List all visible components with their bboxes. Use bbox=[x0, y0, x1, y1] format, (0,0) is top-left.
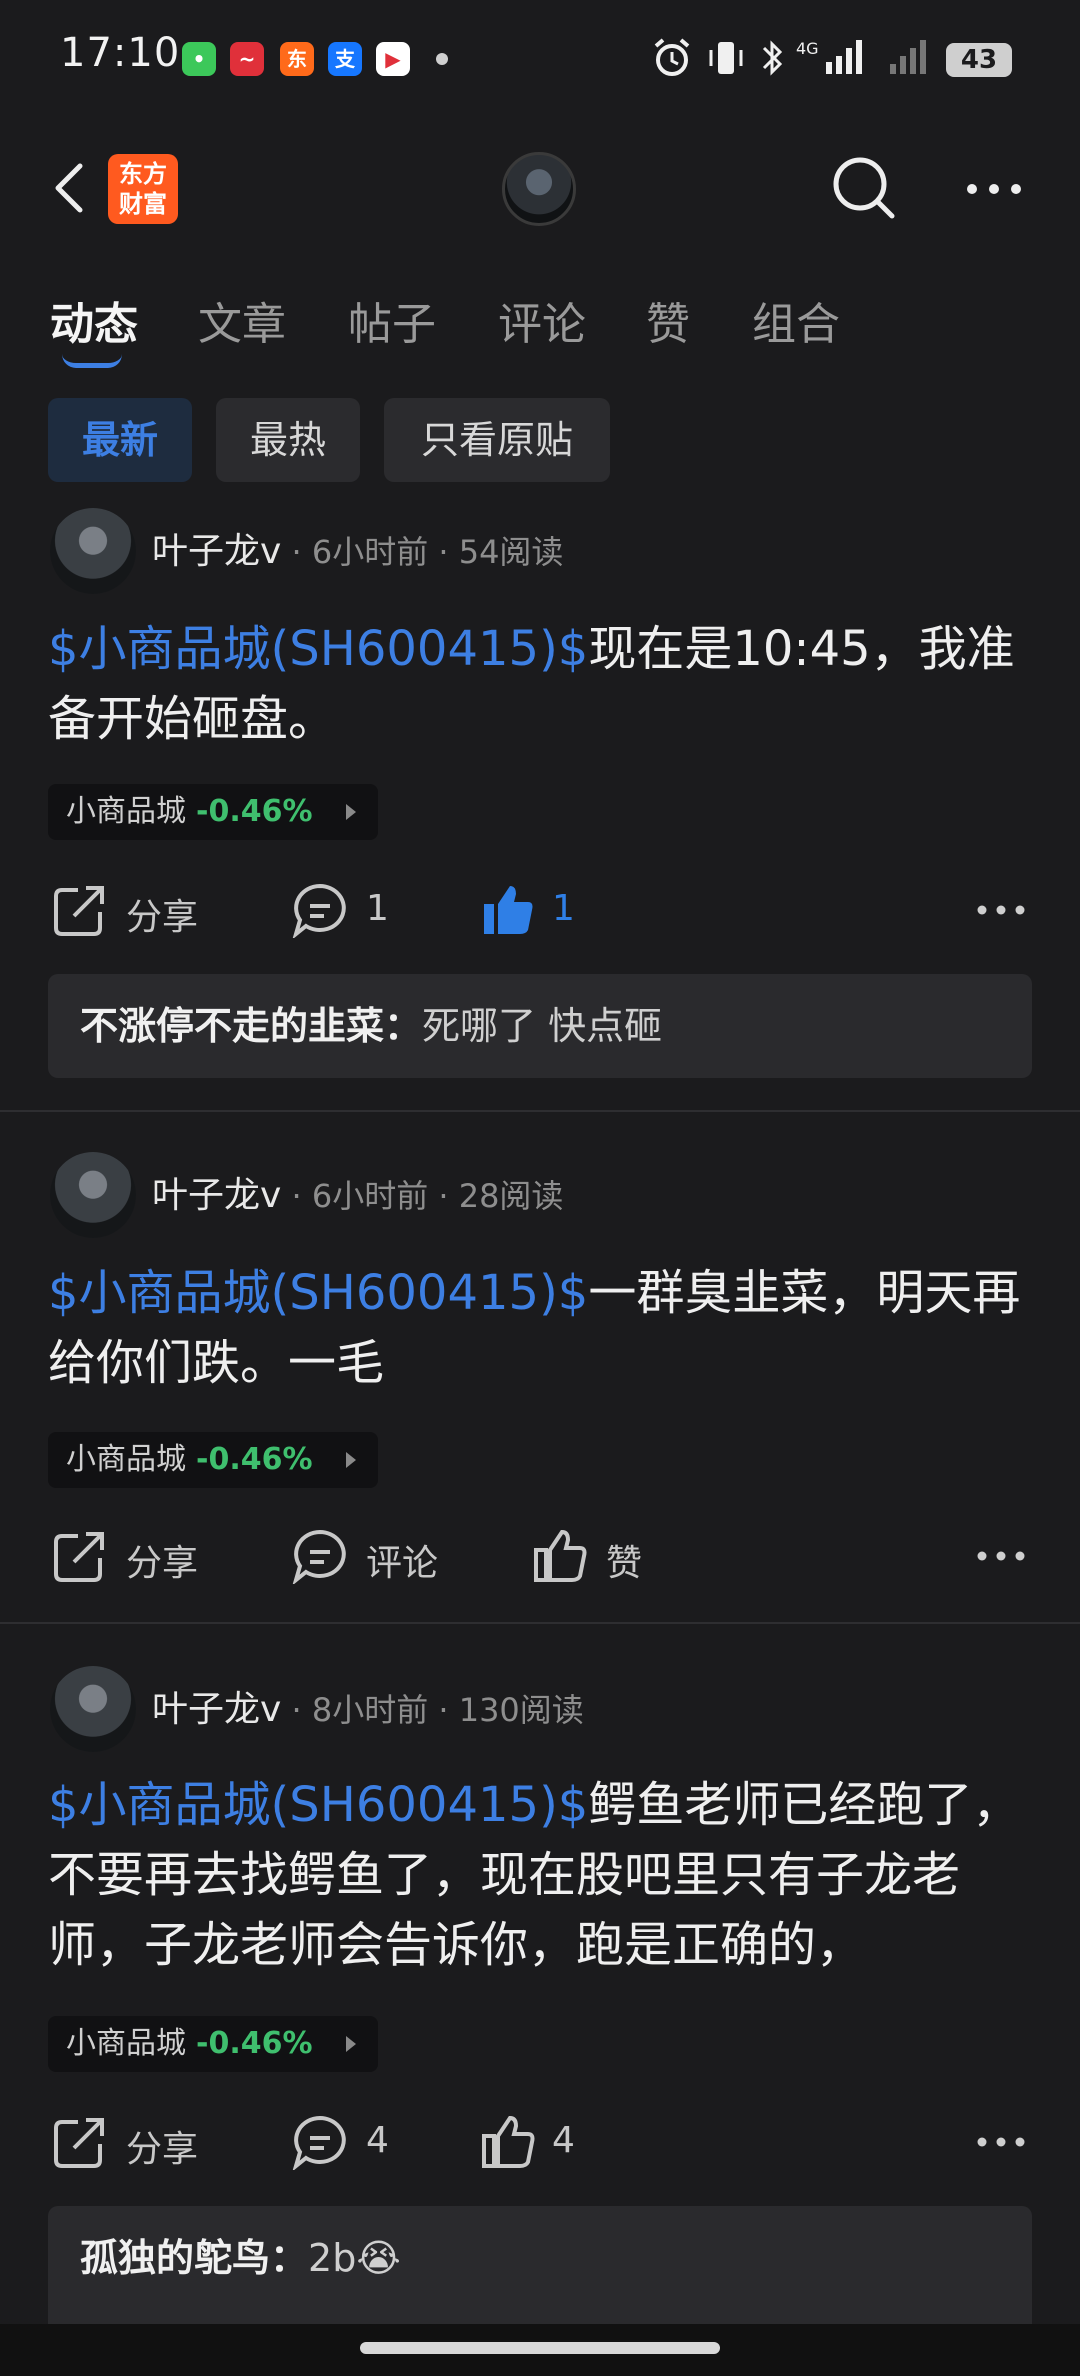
eastmoney-app-icon: 东 bbox=[280, 42, 314, 76]
user-avatar[interactable] bbox=[502, 152, 576, 226]
svg-text:4G: 4G bbox=[796, 39, 819, 58]
bluetooth-icon bbox=[762, 40, 783, 76]
status-time: 17:10 bbox=[60, 30, 181, 76]
post-time-reads: · 8小时前 · 130阅读 bbox=[281, 1691, 584, 1729]
video-app-icon: ▶ bbox=[376, 42, 410, 76]
post-content[interactable]: $小商品城(SH600415)$鳄鱼老师已经跑了，不要再去找鳄鱼了，现在股吧里只… bbox=[48, 1770, 1038, 1980]
tab-posts[interactable]: 帖子 bbox=[348, 288, 436, 352]
author-avatar[interactable] bbox=[50, 1666, 136, 1752]
chip-arrow-icon bbox=[346, 2036, 356, 2052]
tab-feed[interactable]: 动态 bbox=[50, 288, 138, 352]
post-more-icon[interactable] bbox=[976, 900, 1026, 920]
messages-app-icon: • bbox=[182, 42, 216, 76]
alipay-app-icon: 支 bbox=[328, 42, 362, 76]
stock-quote-chip[interactable]: 小商品城 -0.46% bbox=[48, 2016, 378, 2072]
post-divider bbox=[0, 1622, 1080, 1624]
author-name[interactable]: 叶子龙v bbox=[152, 1175, 281, 1216]
share-button[interactable]: 分享 bbox=[52, 1528, 212, 1584]
post-content[interactable]: $小商品城(SH600415)$现在是10:45，我准备开始砸盘。 bbox=[48, 614, 1038, 754]
tab-comments[interactable]: 评论 bbox=[498, 288, 586, 352]
thumbs-up-icon bbox=[482, 2115, 535, 2168]
thumbs-up-filled-icon bbox=[484, 886, 533, 934]
stock-quote-chip[interactable]: 小商品城 -0.46% bbox=[48, 1432, 378, 1488]
post-meta: 叶子龙v · 8小时前 · 130阅读 bbox=[152, 1680, 584, 1732]
filter-latest[interactable]: 最新 bbox=[48, 398, 192, 482]
post-more-icon[interactable] bbox=[976, 2132, 1026, 2152]
filter-hottest[interactable]: 最热 bbox=[216, 398, 360, 482]
back-arrow-icon[interactable] bbox=[50, 160, 90, 216]
chip-arrow-icon bbox=[346, 804, 356, 820]
comment-text: 2b😭 bbox=[308, 2236, 401, 2280]
comment-text: 死哪了 快点砸 bbox=[422, 1004, 663, 1048]
comment-author: 孤独的鸵鸟 bbox=[80, 2236, 271, 2280]
tab-likes[interactable]: 赞 bbox=[646, 288, 690, 352]
more-notifications-icon bbox=[436, 53, 448, 65]
stock-link[interactable]: $小商品城(SH600415)$ bbox=[48, 621, 588, 677]
share-icon bbox=[54, 1532, 104, 1582]
post-content[interactable]: $小商品城(SH600415)$一群臭韭菜，明天再给你们跌。一毛 bbox=[48, 1258, 1038, 1398]
post-meta: 叶子龙v · 6小时前 · 28阅读 bbox=[152, 1166, 563, 1218]
top-comment[interactable]: 不涨停不走的韭菜：死哪了 快点砸 bbox=[48, 974, 1032, 1078]
share-button[interactable]: 分享 bbox=[52, 2114, 212, 2170]
battery-level: 43 bbox=[946, 43, 1012, 77]
comment-button[interactable]: 1 bbox=[292, 882, 412, 938]
post-time-reads: · 6小时前 · 28阅读 bbox=[281, 1177, 564, 1215]
stock-link[interactable]: $小商品城(SH600415)$ bbox=[48, 1777, 588, 1833]
share-icon bbox=[54, 886, 104, 936]
vibrate-icon bbox=[709, 42, 743, 74]
post-time-reads: · 6小时前 · 54阅读 bbox=[281, 533, 564, 571]
profile-tabs: 动态 文章 帖子 评论 赞 组合 bbox=[0, 270, 1080, 368]
chip-arrow-icon bbox=[346, 1452, 356, 1468]
post-card: 叶子龙v · 6小时前 · 54阅读 $小商品城(SH600415)$现在是10… bbox=[0, 500, 1080, 1110]
thumbs-up-icon bbox=[534, 1529, 587, 1582]
tab-portfolios[interactable]: 组合 bbox=[752, 288, 840, 352]
author-name[interactable]: 叶子龙v bbox=[152, 1689, 281, 1730]
like-button[interactable]: 1 bbox=[480, 882, 600, 938]
stock-link[interactable]: $小商品城(SH600415)$ bbox=[48, 1265, 588, 1321]
comment-author: 不涨停不走的韭菜 bbox=[80, 1004, 385, 1048]
home-indicator[interactable] bbox=[360, 2342, 720, 2354]
search-icon[interactable] bbox=[830, 154, 900, 224]
author-avatar[interactable] bbox=[50, 1152, 136, 1238]
signal-4g-icon: 4G bbox=[796, 39, 862, 74]
stock-quote-chip[interactable]: 小商品城 -0.46% bbox=[48, 784, 378, 840]
comment-button[interactable]: 4 bbox=[292, 2114, 412, 2170]
eastmoney-logo: 东方 财富 bbox=[108, 154, 178, 224]
status-bar: 17:10 • ~ 东 支 ▶ 4G 43 bbox=[0, 0, 1080, 118]
post-meta: 叶子龙v · 6小时前 · 54阅读 bbox=[152, 522, 563, 574]
filter-original-only[interactable]: 只看原贴 bbox=[384, 398, 610, 482]
post-card: 叶子龙v · 6小时前 · 28阅读 $小商品城(SH600415)$一群臭韭菜… bbox=[0, 1148, 1080, 1618]
author-avatar[interactable] bbox=[50, 508, 136, 594]
active-tab-indicator bbox=[62, 354, 122, 368]
like-button[interactable]: 赞 bbox=[532, 1528, 652, 1584]
comment-button[interactable]: 评论 bbox=[292, 1528, 452, 1584]
finance-app-icon: ~ bbox=[230, 42, 264, 76]
share-icon bbox=[54, 2118, 104, 2168]
signal-weak-icon bbox=[890, 40, 926, 74]
post-divider bbox=[0, 1110, 1080, 1112]
comment-icon bbox=[292, 2115, 346, 2170]
share-button[interactable]: 分享 bbox=[52, 882, 212, 938]
like-button[interactable]: 4 bbox=[480, 2114, 600, 2170]
more-options-icon[interactable] bbox=[964, 174, 1024, 204]
author-name[interactable]: 叶子龙v bbox=[152, 531, 281, 572]
comment-icon bbox=[292, 883, 346, 938]
post-more-icon[interactable] bbox=[976, 1546, 1026, 1566]
profile-header: 东方 财富 bbox=[0, 118, 1080, 258]
tab-articles[interactable]: 文章 bbox=[198, 288, 286, 352]
comment-icon bbox=[292, 1529, 346, 1584]
post-card: 叶子龙v · 8小时前 · 130阅读 $小商品城(SH600415)$鳄鱼老师… bbox=[0, 1660, 1080, 2360]
alarm-icon bbox=[654, 38, 690, 76]
